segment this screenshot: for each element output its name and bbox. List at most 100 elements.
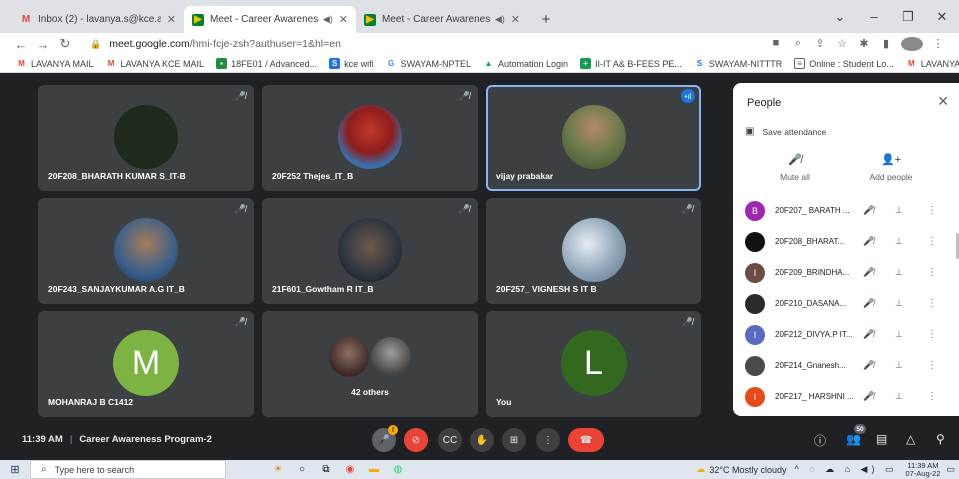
- participant-tile[interactable]: •ıl vijay prabakar: [486, 85, 701, 191]
- bookmark-item[interactable]: S SWAYAM-NITTTR: [694, 58, 783, 69]
- save-attendance-button[interactable]: ▣ Save attendance: [745, 126, 826, 137]
- profile-avatar[interactable]: [901, 37, 923, 51]
- raise-hand-button[interactable]: ✋: [470, 428, 494, 452]
- pin-icon[interactable]: ⊥: [895, 205, 903, 216]
- list-item[interactable]: I 20F212_DIVYA.P IT... 🎤̸ ⊥ ⋮: [733, 319, 959, 350]
- widget-icon[interactable]: ☀: [266, 464, 290, 475]
- bookmark-item[interactable]: MLAVANYA MAIL 2: [906, 58, 959, 69]
- leave-call-button[interactable]: ☎: [568, 428, 604, 452]
- pin-icon[interactable]: ⊥: [895, 360, 903, 371]
- close-tab-icon[interactable]: ✕: [167, 13, 176, 26]
- list-item[interactable]: 20F214_Gnanesh... 🎤̸ ⊥ ⋮: [733, 350, 959, 381]
- more-options-icon[interactable]: ⋮: [927, 329, 937, 340]
- forward-icon[interactable]: →: [32, 37, 54, 52]
- pin-icon[interactable]: ⊥: [895, 329, 903, 340]
- new-tab-button[interactable]: +: [534, 6, 558, 33]
- star-icon[interactable]: ☆: [831, 37, 853, 51]
- bookmark-item[interactable]: M LAVANYA MAIL: [16, 58, 93, 69]
- list-item[interactable]: I 20F217_ HARSHNI ... 🎤̸ ⊥ ⋮: [733, 381, 959, 412]
- list-item[interactable]: 20F210_DASANA... 🎤̸ ⊥ ⋮: [733, 288, 959, 319]
- participant-tile[interactable]: 🎤̸ 20F252 Thejes_IT_B: [262, 85, 478, 191]
- bookmark-item[interactable]: Skce wifi: [329, 58, 374, 69]
- lock-icon[interactable]: 🔒: [90, 39, 101, 50]
- activities-icon[interactable]: △: [906, 432, 915, 446]
- reload-icon[interactable]: ↻: [54, 36, 76, 52]
- self-tile[interactable]: 🎤̸ L You: [486, 311, 701, 417]
- bookmark-item[interactable]: ▲ Automation Login: [483, 58, 569, 69]
- back-icon[interactable]: ←: [10, 37, 32, 52]
- pin-icon[interactable]: ⊥: [895, 298, 903, 309]
- clock[interactable]: 11:39 AM 07-Aug-22: [905, 461, 940, 478]
- more-options-icon[interactable]: ⋮: [927, 236, 937, 247]
- share-icon[interactable]: ⇪: [809, 37, 831, 51]
- mic-off-icon[interactable]: 🎤̸: [863, 360, 874, 371]
- taskbar-search-input[interactable]: ⌕ Type here to search: [30, 460, 226, 479]
- list-item[interactable]: I 20F209_BRINDHA... 🎤̸ ⊥ ⋮: [733, 257, 959, 288]
- tab-meet-active[interactable]: ▶ Meet - Career Awareness Pro ◀) ✕: [184, 6, 356, 33]
- more-options-icon[interactable]: ⋮: [927, 298, 937, 309]
- bookmark-item[interactable]: ▪ 18FE01 / Advanced...: [216, 58, 317, 69]
- mic-off-icon[interactable]: 🎤̸: [863, 298, 874, 309]
- whatsapp-icon[interactable]: ◍: [386, 464, 410, 475]
- mic-off-icon[interactable]: 🎤̸: [863, 267, 874, 278]
- mic-off-icon[interactable]: 🎤̸: [863, 391, 874, 402]
- mic-off-icon[interactable]: 🎤̸: [863, 329, 874, 340]
- close-tab-icon[interactable]: ✕: [511, 13, 520, 26]
- more-options-icon[interactable]: ⋮: [927, 267, 937, 278]
- restore-icon[interactable]: ❐: [891, 9, 925, 25]
- sidebar-icon[interactable]: ▮: [875, 37, 897, 51]
- people-icon[interactable]: 👥: [846, 432, 861, 446]
- speaker-icon[interactable]: ◀): [495, 14, 505, 25]
- participant-tile[interactable]: 🎤̸ M MOHANRAJ B C1412: [38, 311, 254, 417]
- add-people-button[interactable]: 👤+ Add people: [861, 153, 921, 182]
- tab-search-icon[interactable]: ⌄: [823, 9, 857, 25]
- extensions-icon[interactable]: ✱: [853, 37, 875, 51]
- close-tab-icon[interactable]: ✕: [339, 13, 348, 26]
- present-button[interactable]: ⊞: [502, 428, 526, 452]
- notification-icon[interactable]: ▭: [946, 464, 955, 475]
- tray-icons[interactable]: ^ ◌ ☁ ⌂ ◀) ▭: [795, 464, 898, 475]
- bookmark-item[interactable]: + II-IT A& B-FEES PE...: [580, 58, 682, 69]
- mic-off-icon[interactable]: 🎤̸: [863, 236, 874, 247]
- pin-icon[interactable]: ⊥: [895, 391, 903, 402]
- pin-icon[interactable]: ⊥: [895, 236, 903, 247]
- captions-button[interactable]: CC: [438, 428, 462, 452]
- speaker-icon[interactable]: ◀): [323, 14, 333, 25]
- participant-tile[interactable]: 🎤̸ 21F601_Gowtham R IT_B: [262, 198, 478, 304]
- host-controls-icon[interactable]: ⚲: [936, 432, 945, 446]
- zoom-icon[interactable]: ⌕: [787, 37, 809, 51]
- pin-icon[interactable]: ⊥: [895, 267, 903, 278]
- info-icon[interactable]: ⓘ: [814, 432, 826, 449]
- mic-off-icon[interactable]: 🎤̸: [863, 205, 874, 216]
- bookmark-item[interactable]: G SWAYAM-NPTEL: [386, 58, 471, 69]
- address-bar[interactable]: 🔒 meet.google.com/hmi-fcje-zsh?authuser=…: [84, 34, 765, 54]
- more-options-icon[interactable]: ⋮: [927, 391, 937, 402]
- close-icon[interactable]: ✕: [937, 93, 949, 110]
- camera-icon[interactable]: ■: [765, 37, 787, 51]
- file-explorer-icon[interactable]: ▬: [362, 464, 386, 475]
- mic-button[interactable]: 🎤 !: [372, 425, 398, 452]
- weather-text[interactable]: 32°C Mostly cloudy: [709, 465, 786, 475]
- chrome-icon[interactable]: ◉: [338, 464, 362, 475]
- mute-all-button[interactable]: 🎤̸ Mute all: [773, 153, 817, 182]
- list-item[interactable]: 20F208_BHARAT... 🎤̸ ⊥ ⋮: [733, 226, 959, 257]
- more-options-button[interactable]: ⋮: [536, 428, 560, 452]
- participant-tile[interactable]: 🎤̸ 20F208_BHARATH KUMAR S_IT-B: [38, 85, 254, 191]
- tab-inbox[interactable]: M Inbox (2) - lavanya.s@kce.ac.in - ✕: [12, 6, 184, 33]
- participant-tile[interactable]: 🎤̸ 20F243_SANJAYKUMAR A.G IT_B: [38, 198, 254, 304]
- task-view-icon[interactable]: ⧉: [314, 464, 338, 475]
- chat-icon[interactable]: ▤: [876, 432, 887, 446]
- bookmark-item[interactable]: ≡ Online : Student Lo...: [794, 58, 894, 69]
- others-tile[interactable]: 42 others: [262, 311, 478, 417]
- participant-tile[interactable]: 🎤̸ 20F257_ VIGNESH S IT B: [486, 198, 701, 304]
- windows-start-icon[interactable]: ⊞: [0, 463, 30, 476]
- camera-off-button[interactable]: ⊘: [404, 428, 428, 452]
- bookmark-item[interactable]: M LAVANYA KCE MAIL: [106, 58, 204, 69]
- menu-icon[interactable]: ⋮: [927, 37, 949, 51]
- cortana-icon[interactable]: ○: [290, 464, 314, 475]
- minimize-icon[interactable]: –: [857, 9, 891, 24]
- more-options-icon[interactable]: ⋮: [927, 360, 937, 371]
- close-window-icon[interactable]: ✕: [925, 9, 959, 25]
- list-item[interactable]: B 20F207_ BARATH ... 🎤̸ ⊥ ⋮: [733, 195, 959, 226]
- tab-meet[interactable]: ▶ Meet - Career Awareness Pro ◀) ✕: [356, 6, 528, 33]
